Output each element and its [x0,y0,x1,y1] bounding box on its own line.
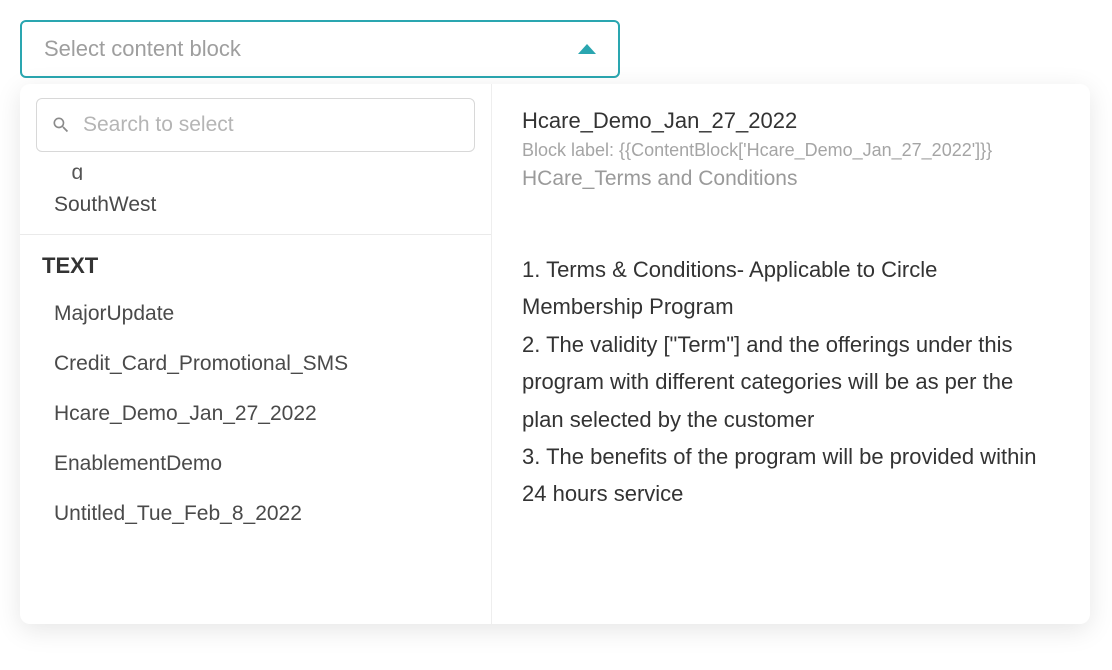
dropdown-panel: _ g SouthWest TEXT MajorUpdate Credit_Ca… [20,84,1090,624]
preview-pane: Hcare_Demo_Jan_27_2022 Block label: {{Co… [492,84,1090,624]
list-item[interactable]: Untitled_Tue_Feb_8_2022 [20,489,491,539]
chevron-up-icon [578,44,596,54]
options-list: _ g SouthWest TEXT MajorUpdate Credit_Ca… [20,84,492,624]
preview-block-label: Block label: {{ContentBlock['Hcare_Demo_… [522,140,1060,161]
search-container [36,98,475,152]
cutoff-text: _ g [54,166,83,180]
cutoff-row: _ g [20,162,491,180]
list-item[interactable]: Credit_Card_Promotional_SMS [20,339,491,389]
preview-title: Hcare_Demo_Jan_27_2022 [522,108,1060,134]
list-item[interactable]: MajorUpdate [20,289,491,339]
section-divider [20,234,491,235]
preview-body: 1. Terms & Conditions- Applicable to Cir… [522,251,1060,513]
preview-body-line: 3. The benefits of the program will be p… [522,438,1060,513]
list-item[interactable]: SouthWest [20,180,491,230]
list-item[interactable]: EnablementDemo [20,439,491,489]
preview-body-line: 2. The validity ["Term"] and the offerin… [522,326,1060,438]
search-icon [51,115,71,135]
preview-subtitle: HCare_Terms and Conditions [522,167,1060,191]
preview-body-line: 1. Terms & Conditions- Applicable to Cir… [522,251,1060,326]
section-header-text: TEXT [20,243,491,289]
search-input[interactable] [83,113,460,137]
select-placeholder: Select content block [44,36,241,62]
content-block-select[interactable]: Select content block [20,20,620,78]
list-item[interactable]: Hcare_Demo_Jan_27_2022 [20,389,491,439]
